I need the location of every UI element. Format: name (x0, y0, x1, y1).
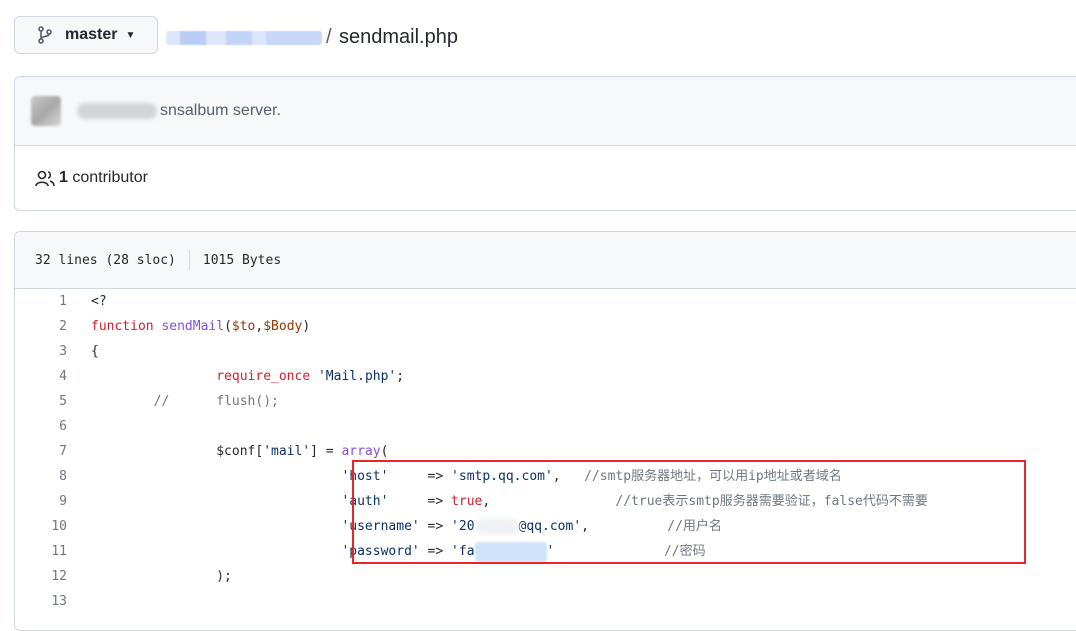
code-line: 4 require_once 'Mail.php'; (15, 364, 1076, 389)
code-line: 5 // flush(); (15, 389, 1076, 414)
code-line: 8 'host' => 'smtp.qq.com', //smtp服务器地址，可… (15, 464, 1076, 489)
contributors-count[interactable]: 1 contributor (59, 169, 148, 187)
commit-message[interactable]: snsalbum server. (160, 102, 281, 120)
line-number[interactable]: 9 (15, 489, 67, 514)
code-text: 'username' => '20 @qq.com', //用户名 (341, 518, 722, 535)
code-text: // flush(); (153, 394, 279, 409)
line-number[interactable]: 7 (15, 439, 67, 464)
commit-row: snsalbum server. (15, 77, 1076, 146)
line-number[interactable]: 12 (15, 564, 67, 589)
code-line: 1 <? (15, 289, 1076, 314)
breadcrumb-separator: / (326, 26, 332, 48)
file-info-divider (188, 250, 190, 270)
redacted-password (474, 541, 547, 562)
code-line: 9 'auth' => true, //true表示smtp服务器需要验证，fa… (15, 489, 1076, 514)
branch-label: master (65, 26, 118, 43)
code-text: 'password' => 'fa ' //密码 (91, 539, 706, 564)
code-block: 1 <? 2 function sendMail($to,$Body) 3{ 4 r… (15, 289, 1076, 614)
file-info-header: 32 lines (28 sloc) 1015 Bytes (15, 232, 1076, 289)
branch-select-button[interactable]: master ▼ (14, 16, 158, 54)
file-size: 1015 Bytes (202, 252, 282, 268)
code-line: 13 (15, 589, 1076, 614)
code-text: { (91, 344, 99, 359)
contributors-row: 1 contributor (15, 146, 1076, 210)
chevron-down-icon: ▼ (125, 29, 136, 41)
avatar[interactable] (31, 96, 61, 126)
line-number[interactable]: 4 (15, 364, 67, 389)
code-text: function sendMail($to,$Body) (91, 319, 311, 334)
people-icon (35, 170, 55, 187)
file-name: sendmail.php (339, 26, 458, 48)
code-text: require_once 'Mail.php'; (216, 369, 405, 384)
line-number[interactable]: 2 (15, 314, 67, 339)
git-branch-icon (38, 26, 52, 44)
commit-author-redacted[interactable] (77, 103, 157, 119)
code-text: 'host' => 'smtp.qq.com', //smtp服务器地址，可以用… (341, 469, 842, 484)
code-text: 'auth' => true, //true表示smtp服务器需要验证，fals… (341, 494, 928, 509)
line-number[interactable]: 8 (15, 464, 67, 489)
code-line: 10 'username' => '20 @qq.com', //用户名 (15, 514, 1076, 539)
redacted-username (474, 518, 519, 535)
file-line-count: 32 lines (28 sloc) (35, 252, 176, 268)
code-line: 7 $conf['mail'] = array( (15, 439, 1076, 464)
code-line: 6 (15, 414, 1076, 439)
code-line: 11 'password' => 'fa ' //密码 (15, 539, 1076, 564)
latest-commit-box: snsalbum server. 1 contributor (14, 76, 1076, 211)
line-number[interactable]: 1 (15, 289, 67, 314)
line-number[interactable]: 3 (15, 339, 67, 364)
code-text: ); (91, 569, 232, 584)
code-line: 12 ); (15, 564, 1076, 589)
line-number[interactable]: 5 (15, 389, 67, 414)
code-line: 3{ (15, 339, 1076, 364)
code-line: 2 function sendMail($to,$Body) (15, 314, 1076, 339)
line-number[interactable]: 13 (15, 589, 67, 614)
repo-path-redacted[interactable] (166, 31, 322, 45)
line-number[interactable]: 10 (15, 514, 67, 539)
file-viewer: 32 lines (28 sloc) 1015 Bytes 1 <? 2 funct… (14, 231, 1076, 631)
code-text: <? (91, 294, 107, 309)
line-number[interactable]: 11 (15, 539, 67, 564)
line-number[interactable]: 6 (15, 414, 67, 439)
code-text: $conf['mail'] = array( (91, 444, 389, 459)
